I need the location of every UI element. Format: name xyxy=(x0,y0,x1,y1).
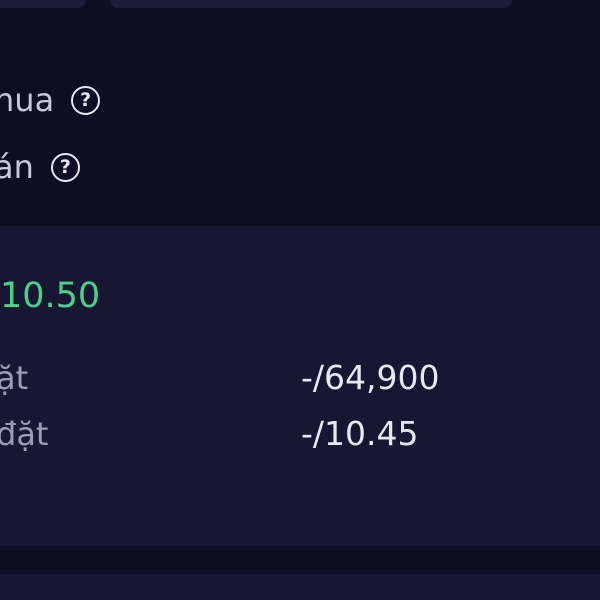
detail-label: ặt xyxy=(0,359,29,397)
order-screen: nua ? án ? 10.50 ặt -/64,900 đặt -/10.45 xyxy=(0,0,600,600)
order-price: 10.50 xyxy=(0,276,101,316)
top-input-field[interactable] xyxy=(110,0,512,8)
buy-label-row: nua ? xyxy=(0,80,101,120)
detail-label: đặt xyxy=(0,415,49,453)
sell-label-row: án ? xyxy=(0,147,80,187)
detail-value: -/64,900 xyxy=(301,358,440,397)
buy-label: nua xyxy=(0,81,55,119)
top-tab-left[interactable] xyxy=(0,0,86,8)
next-order-panel xyxy=(0,574,600,600)
help-question-icon[interactable]: ? xyxy=(71,85,101,115)
detail-value: -/10.45 xyxy=(301,414,419,453)
help-question-icon[interactable]: ? xyxy=(50,152,80,182)
sell-label: án xyxy=(0,148,34,186)
